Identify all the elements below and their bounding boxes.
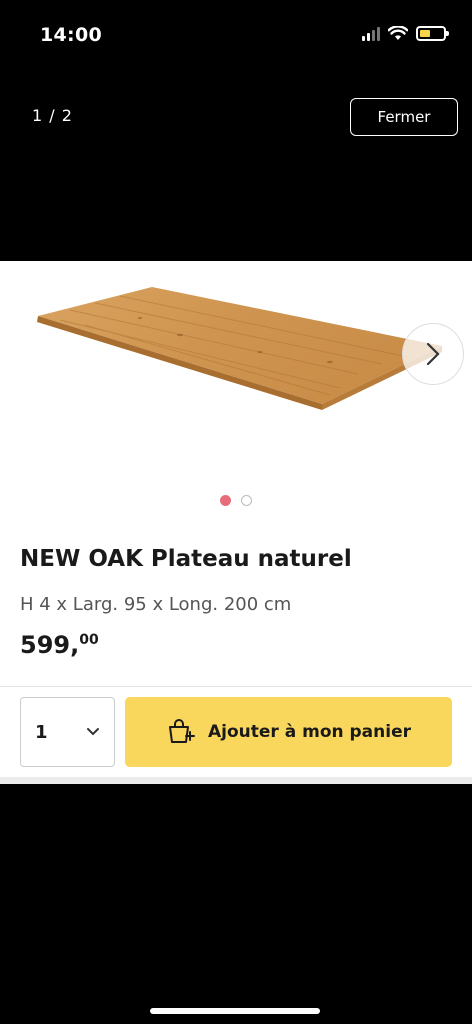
signal-icon (362, 26, 380, 41)
product-image (37, 287, 442, 410)
bottom-divider (0, 777, 472, 784)
chevron-down-icon (87, 728, 99, 736)
home-indicator[interactable] (150, 1008, 320, 1014)
product-price: 599,00 (20, 631, 99, 659)
carousel-dot-active[interactable] (220, 495, 231, 506)
carousel-dot[interactable] (241, 495, 252, 506)
page-counter: 1 / 2 (32, 106, 73, 125)
next-image-button[interactable] (402, 323, 464, 385)
status-icons (362, 26, 449, 41)
close-button[interactable]: Fermer (350, 98, 458, 136)
carousel-dots (0, 495, 472, 506)
product-image-area[interactable] (0, 261, 472, 526)
quantity-select[interactable]: 1 (20, 697, 115, 767)
chevron-right-icon (426, 342, 440, 366)
status-time: 14:00 (40, 24, 102, 46)
status-bar: 14:00 (0, 0, 472, 78)
battery-icon (416, 26, 449, 41)
price-cents: 00 (79, 632, 99, 648)
product-title: NEW OAK Plateau naturel (20, 546, 352, 572)
add-to-cart-button[interactable]: Ajouter à mon panier (125, 697, 452, 767)
add-to-cart-label: Ajouter à mon panier (207, 722, 411, 742)
divider (0, 686, 472, 687)
product-panel: NEW OAK Plateau naturel H 4 x Larg. 95 x… (0, 261, 472, 784)
product-dimensions: H 4 x Larg. 95 x Long. 200 cm (20, 594, 292, 615)
quantity-value: 1 (35, 721, 48, 743)
viewer-header: 1 / 2 Fermer (0, 96, 472, 140)
cart-add-icon (168, 719, 195, 743)
price-main: 599, (20, 631, 80, 659)
wifi-icon (388, 26, 408, 40)
